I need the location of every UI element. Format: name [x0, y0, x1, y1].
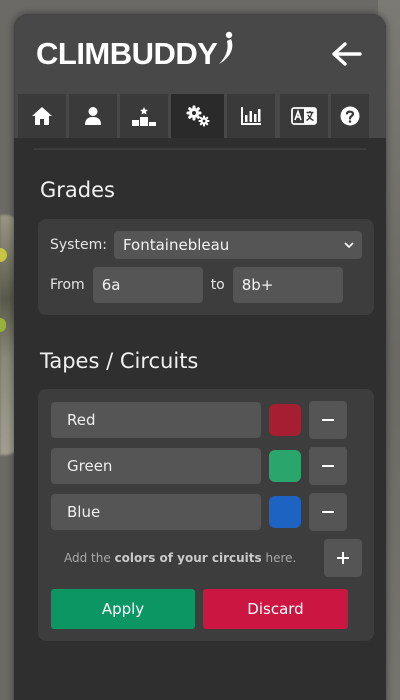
discard-button[interactable]: Discard: [203, 589, 348, 629]
circuit-color-swatch[interactable]: [269, 450, 301, 482]
circuit-name: Green: [67, 457, 113, 475]
circuit-color-swatch[interactable]: [269, 496, 301, 528]
circuit-name-input[interactable]: Green: [51, 448, 261, 484]
grade-to-input[interactable]: 8b+: [232, 267, 343, 303]
circuits-card: Red Green Blue Add the colors of your circ…: [38, 389, 374, 641]
system-label: System:: [50, 237, 107, 253]
tab-ranking[interactable]: [120, 94, 168, 138]
apply-button[interactable]: Apply: [51, 589, 195, 629]
minus-icon: [322, 419, 334, 421]
tape-list: Red Green Blue: [51, 401, 362, 531]
arrow-left-icon: [332, 42, 362, 66]
tab-settings[interactable]: [171, 94, 224, 138]
app-logo: CLIMBUDDY: [36, 31, 236, 72]
grade-to-value: 8b+: [241, 276, 274, 294]
tab-stats[interactable]: [227, 94, 275, 138]
minus-icon: [322, 511, 334, 513]
back-button[interactable]: [330, 37, 364, 71]
circuit-name: Red: [67, 411, 96, 429]
grades-title: Grades: [40, 178, 115, 202]
chevron-down-icon: [344, 241, 354, 248]
from-label: From: [50, 277, 85, 293]
to-label: to: [210, 277, 225, 293]
tab-help[interactable]: [331, 94, 369, 138]
chart-icon: [241, 107, 261, 125]
add-circuit-button[interactable]: [324, 539, 362, 577]
tab-user[interactable]: [69, 94, 117, 138]
circuit-row: Green: [51, 447, 362, 485]
language-icon: [291, 107, 317, 125]
plus-icon: [337, 552, 349, 564]
tab-bar: [14, 94, 386, 138]
settings-panel: CLIMBUDDY Grades System: Fontainebleau F…: [14, 14, 386, 700]
circuits-hint: Add the colors of your circuits here.: [64, 551, 297, 565]
circuit-row: Blue: [51, 493, 362, 531]
remove-circuit-button[interactable]: [309, 447, 347, 485]
circuit-name-input[interactable]: Blue: [51, 494, 261, 530]
grade-system-value: Fontainebleau: [122, 236, 230, 254]
grades-card: System: Fontainebleau From 6a to 8b+: [38, 219, 374, 315]
minus-icon: [322, 465, 334, 467]
circuit-row: Red: [51, 401, 362, 439]
circuit-color-swatch[interactable]: [269, 404, 301, 436]
user-icon: [85, 107, 101, 125]
podium-icon: [132, 107, 156, 126]
gears-icon: [186, 105, 209, 127]
circuits-title: Tapes / Circuits: [40, 349, 199, 373]
remove-circuit-button[interactable]: [309, 493, 347, 531]
grade-from-value: 6a: [101, 276, 121, 294]
circuit-name-input[interactable]: Red: [51, 402, 261, 438]
help-icon: [340, 106, 360, 126]
remove-circuit-button[interactable]: [309, 401, 347, 439]
climber-logo-icon: [218, 31, 232, 64]
brand-name: CLIMBUDDY: [36, 36, 218, 71]
tab-language[interactable]: [280, 94, 328, 138]
circuit-name: Blue: [67, 503, 101, 521]
section-divider: [34, 148, 366, 150]
tab-home[interactable]: [18, 94, 66, 138]
grade-system-select[interactable]: Fontainebleau: [113, 231, 362, 259]
grade-from-input[interactable]: 6a: [92, 267, 203, 303]
home-icon: [32, 107, 52, 125]
app-header: CLIMBUDDY: [14, 14, 386, 94]
